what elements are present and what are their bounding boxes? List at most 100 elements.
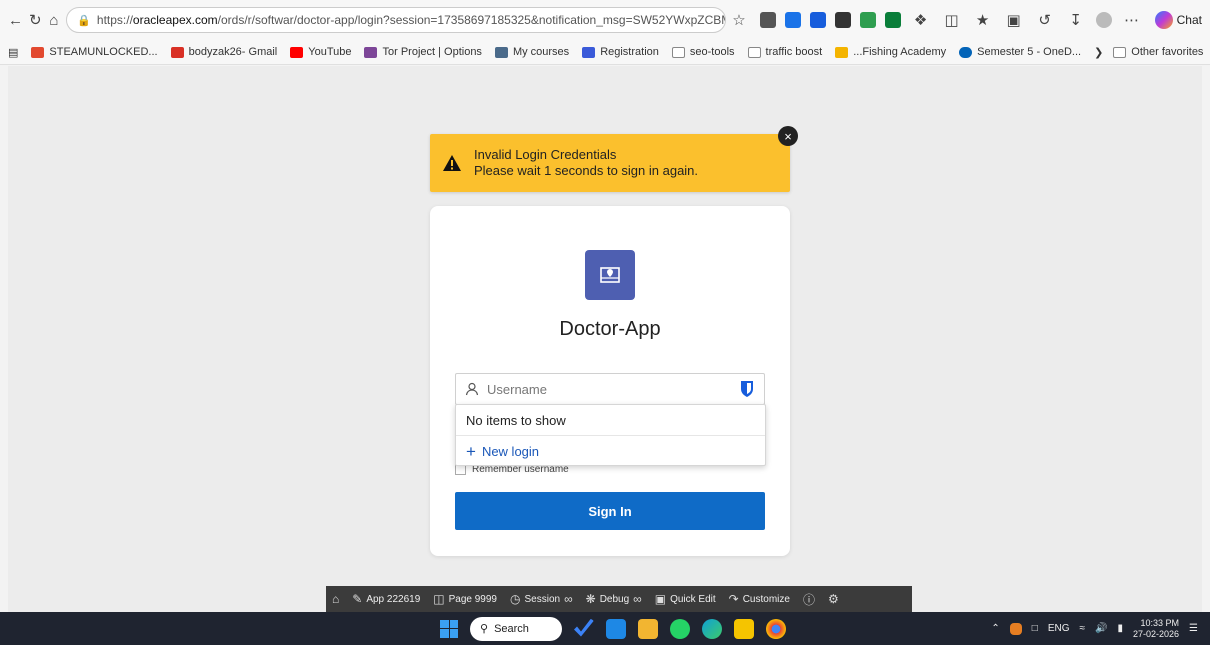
extension-icon[interactable] — [859, 12, 876, 28]
sticky-notes-icon[interactable] — [734, 618, 754, 639]
bookmark-icon — [31, 46, 45, 58]
extension-icon[interactable] — [834, 12, 851, 28]
favorites-icon[interactable]: ★ — [972, 9, 994, 31]
file-explorer-icon[interactable] — [638, 618, 658, 639]
onedrive-icon — [959, 46, 973, 58]
clock[interactable]: 10:33 PM 27-02-2026 — [1133, 618, 1179, 640]
new-login-label: New login — [481, 443, 540, 459]
username-field[interactable] — [455, 373, 765, 405]
bookmark-label: seo-tools — [689, 46, 735, 58]
session-label: Session — [524, 593, 561, 605]
bookmark-item[interactable]: seo-tools — [671, 46, 735, 58]
bookmark-item[interactable]: Semester 5 - OneD... — [959, 46, 1081, 58]
cursor-icon: ▣ — [654, 592, 667, 606]
url-host: oracleapex.com — [132, 13, 218, 27]
home-icon[interactable]: ⌂ — [48, 9, 61, 31]
tray-app-icon[interactable] — [1009, 622, 1022, 635]
tor-icon — [364, 46, 378, 58]
store-icon[interactable] — [606, 618, 626, 639]
quick-edit-label: Quick Edit — [670, 593, 716, 605]
bookmark-item[interactable]: My courses — [494, 46, 569, 58]
edit-icon: ✎ — [352, 592, 363, 606]
history-icon[interactable]: ↺ — [1034, 9, 1056, 31]
profile-avatar[interactable] — [1095, 12, 1112, 28]
refresh-icon[interactable]: ↻ — [29, 9, 42, 31]
bitwarden-shield-icon[interactable] — [739, 380, 755, 398]
bookmark-item[interactable]: ...Fishing Academy — [835, 46, 946, 58]
collections-icon[interactable]: ▣ — [1003, 9, 1025, 31]
battery-icon[interactable]: ▮ — [1117, 623, 1123, 634]
volume-icon[interactable]: 🔊 — [1095, 623, 1107, 634]
chrome-icon[interactable] — [766, 618, 786, 639]
bookmark-item[interactable]: YouTube — [290, 46, 351, 58]
page-icon: ◫ — [433, 592, 445, 606]
bookmark-item[interactable]: STEAMUNLOCKED... — [31, 46, 158, 58]
bookmark-item[interactable]: bodyzak26- Gmail — [170, 46, 277, 58]
debug-button[interactable]: ❋ Debug ∞ — [586, 592, 642, 606]
windows-start-icon[interactable] — [440, 619, 458, 638]
search-icon: ⚲ — [480, 623, 489, 635]
copilot-chat-button[interactable]: Chat — [1154, 11, 1202, 29]
developer-toolbar: ⌂ ✎ App 222619 ◫ Page 9999 ◷ Session ∞ ❋ Debu… — [326, 586, 912, 612]
favorite-star-icon[interactable]: ☆ — [732, 9, 745, 31]
whatsapp-icon[interactable] — [670, 618, 690, 639]
chevron-right-icon[interactable]: ❯ — [1094, 46, 1103, 59]
info-button[interactable]: ⓘ — [803, 591, 815, 608]
alert-title: Invalid Login Credentials — [474, 147, 617, 162]
debug-label: Debug — [599, 593, 630, 605]
session-button[interactable]: ◷ Session ∞ — [510, 592, 573, 606]
bookmark-item[interactable]: Tor Project | Options — [364, 46, 482, 58]
bookmark-label: Semester 5 - OneD... — [977, 46, 1082, 58]
new-login-button[interactable]: + New login — [456, 436, 765, 466]
bookmark-item[interactable]: traffic boost — [747, 46, 823, 58]
extension-icon[interactable] — [759, 12, 776, 28]
tab-actions-icon[interactable]: ▤ — [8, 46, 18, 59]
customize-button[interactable]: ↷ Customize — [729, 592, 790, 606]
extensions-puzzle-icon[interactable]: ❖ — [910, 9, 932, 31]
language-indicator[interactable]: ENG — [1048, 623, 1070, 634]
checkmark-app-icon[interactable] — [574, 618, 594, 637]
plus-icon: + — [466, 441, 476, 461]
brush-icon: ↷ — [728, 592, 739, 606]
search-label: Search — [494, 622, 529, 635]
extension-icon[interactable] — [884, 12, 901, 28]
home-icon: ⌂ — [332, 592, 340, 606]
back-icon[interactable]: ← — [8, 9, 23, 31]
username-input[interactable] — [487, 381, 739, 397]
customize-label: Customize — [742, 593, 790, 605]
warning-icon — [443, 155, 461, 171]
address-bar[interactable]: 🔒 https://oracleapex.com/ords/r/softwar/… — [66, 7, 727, 33]
more-icon[interactable]: ⋯ — [1121, 9, 1143, 31]
wifi-icon[interactable]: ≈ — [1080, 623, 1086, 634]
settings-button[interactable]: ⚙ — [828, 592, 839, 606]
bookmark-label: traffic boost — [765, 46, 823, 58]
edge-icon[interactable] — [702, 618, 722, 639]
quick-edit-button[interactable]: ▣ Quick Edit — [655, 592, 716, 606]
extension-icon[interactable] — [784, 12, 801, 28]
gear-icon: ⚙ — [827, 592, 839, 606]
split-screen-icon[interactable]: ◫ — [941, 9, 963, 31]
bug-icon: ❋ — [585, 592, 596, 606]
home-button[interactable]: ⌂ — [332, 592, 339, 606]
bookmark-label: ...Fishing Academy — [853, 46, 947, 58]
bookmark-item[interactable]: Registration — [582, 46, 659, 58]
drive-icon — [835, 46, 849, 58]
bookmarks-bar: ▤ STEAMUNLOCKED... bodyzak26- Gmail YouT… — [0, 40, 1210, 65]
info-icon: ⓘ — [802, 592, 815, 607]
page-content: Invalid Login Credentials Please wait 1 … — [8, 66, 1202, 612]
page-button[interactable]: ◫ Page 9999 — [433, 592, 497, 606]
sign-in-button[interactable]: Sign In — [455, 492, 765, 530]
bitwarden-icon[interactable] — [809, 12, 826, 28]
taskbar-search[interactable]: ⚲ Search — [470, 616, 562, 641]
notifications-icon[interactable]: ☰ — [1189, 623, 1198, 634]
youtube-icon — [290, 46, 304, 58]
other-favorites[interactable]: Other favorites — [1113, 46, 1203, 58]
folder-icon — [671, 46, 685, 58]
toggle-icon: ∞ — [564, 592, 573, 606]
page-label: Page 9999 — [448, 593, 497, 605]
app-button[interactable]: ✎ App 222619 — [352, 592, 420, 606]
tray-app-icon[interactable]: □ — [1032, 623, 1038, 634]
close-icon[interactable]: × — [778, 126, 798, 146]
chevron-up-icon[interactable]: ⌃ — [991, 623, 999, 634]
downloads-icon[interactable]: ↧ — [1065, 9, 1087, 31]
